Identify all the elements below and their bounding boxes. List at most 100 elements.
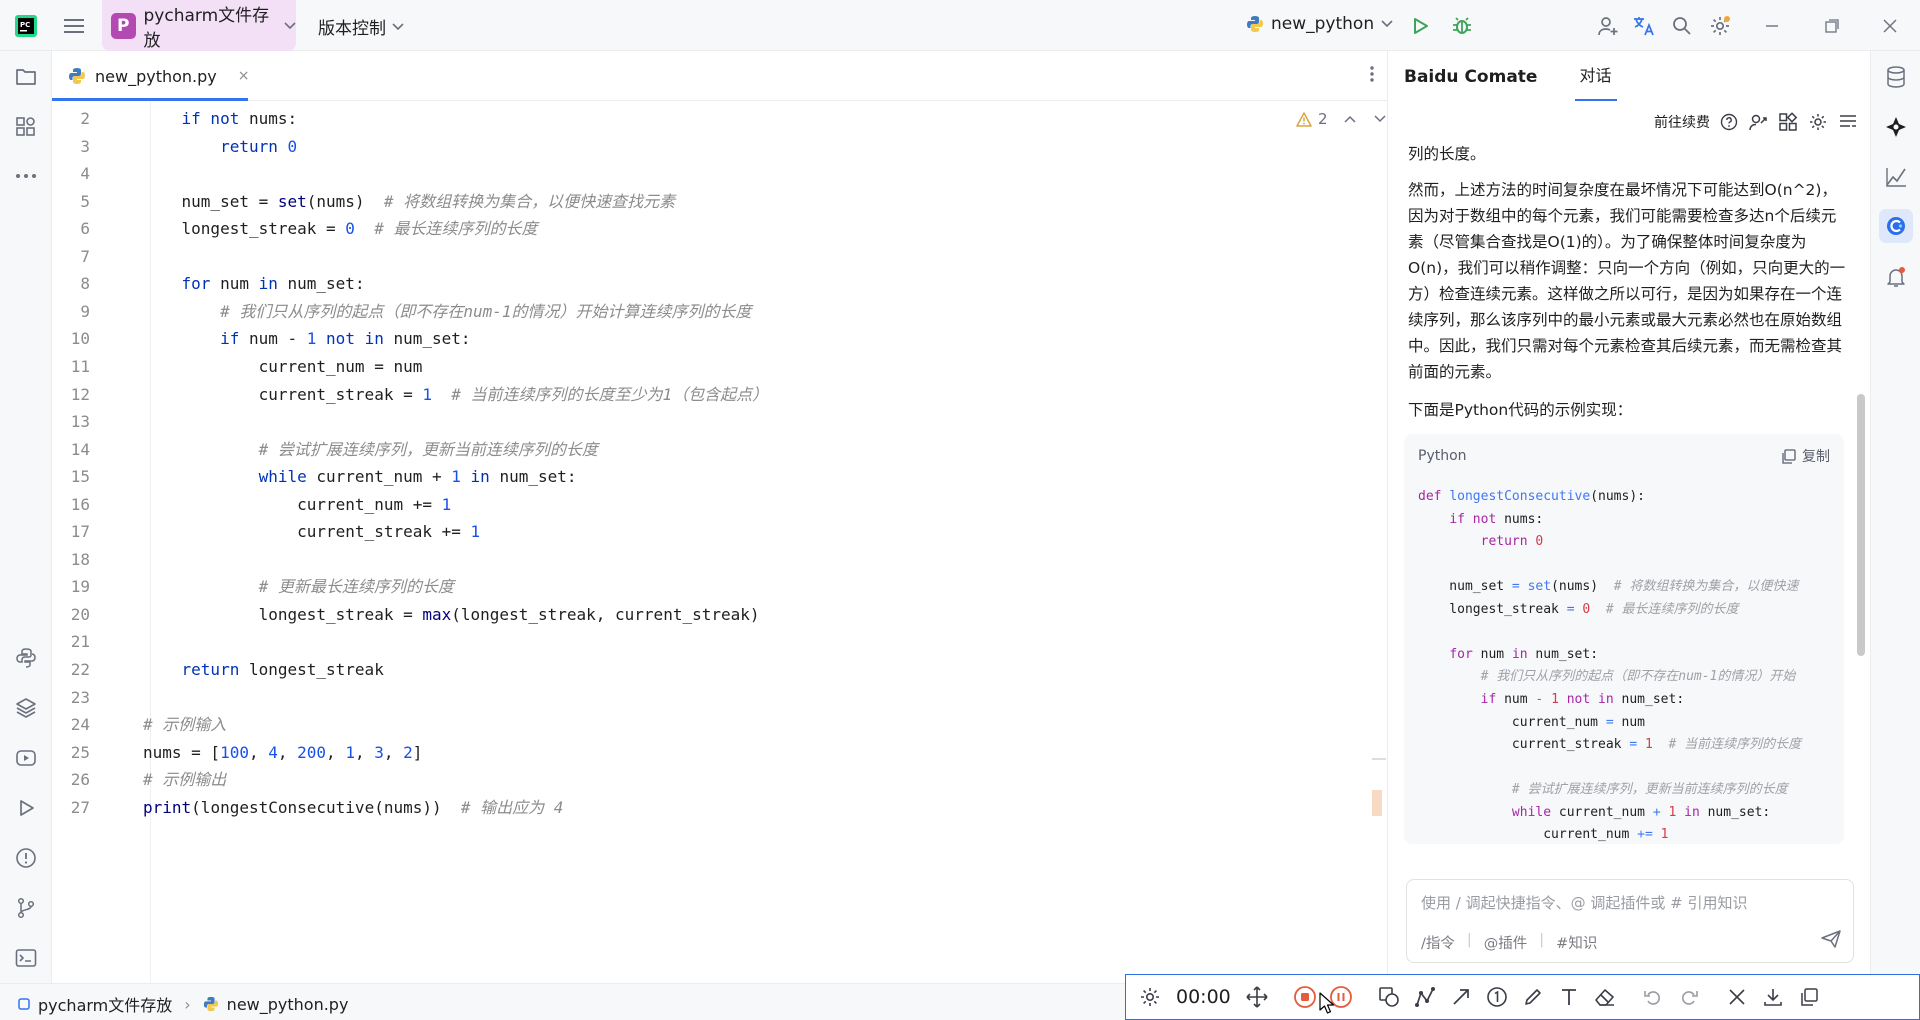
send-icon[interactable] bbox=[1821, 930, 1841, 948]
arrow-tool-icon[interactable] bbox=[1443, 979, 1479, 1015]
terminal-icon[interactable] bbox=[11, 943, 41, 973]
vcs-menu[interactable]: 版本控制 bbox=[318, 14, 404, 39]
restore-icon[interactable] bbox=[1816, 10, 1848, 42]
debug-icon[interactable] bbox=[1446, 10, 1478, 42]
download-icon[interactable] bbox=[1755, 979, 1791, 1015]
notifications-icon[interactable] bbox=[1881, 262, 1911, 292]
command-option[interactable]: /指令 bbox=[1421, 932, 1455, 953]
code-line[interactable]: 20 longest_streak = max(longest_streak, … bbox=[52, 601, 1352, 628]
code-line[interactable]: 17 current_streak += 1 bbox=[52, 518, 1352, 545]
history-list-icon[interactable] bbox=[1838, 113, 1858, 131]
chat-input-placeholder: 使用 / 调起快捷指令、@ 调起插件或 # 引用知识 bbox=[1421, 894, 1748, 912]
project-switcher[interactable]: P pycharm文件存放 bbox=[102, 0, 296, 51]
renew-link[interactable]: 前往续费 bbox=[1654, 112, 1710, 132]
redo-icon[interactable] bbox=[1671, 979, 1707, 1015]
line-number: 14 bbox=[70, 439, 90, 459]
text-tool-icon[interactable] bbox=[1551, 979, 1587, 1015]
code-line[interactable]: 27 print(longestConsecutive(nums)) # 输出应为… bbox=[52, 794, 1352, 821]
chat-input[interactable]: 使用 / 调起快捷指令、@ 调起插件或 # 引用知识 /指令 | @插件 | #… bbox=[1406, 879, 1854, 963]
close-icon[interactable] bbox=[1719, 979, 1755, 1015]
copy-code-button[interactable]: 复制 bbox=[1781, 446, 1830, 466]
chevron-up-icon[interactable] bbox=[1344, 115, 1356, 123]
problems-icon[interactable] bbox=[11, 843, 41, 873]
move-icon[interactable] bbox=[1239, 979, 1275, 1015]
git-branch-icon[interactable] bbox=[11, 893, 41, 923]
recorder-settings-icon[interactable] bbox=[1132, 979, 1168, 1015]
settings-gear-icon[interactable] bbox=[1704, 10, 1736, 42]
close-window-icon[interactable] bbox=[1874, 10, 1906, 42]
code-line[interactable]: 15 while current_num + 1 in num_set: bbox=[52, 463, 1352, 490]
code-line[interactable]: 11 current_num = num bbox=[52, 353, 1352, 380]
code-block-line: while current_num + 1 in num_set: bbox=[1511, 804, 1771, 820]
tab-options-icon[interactable] bbox=[1369, 64, 1375, 84]
breadcrumb-file[interactable]: new_python.py bbox=[227, 995, 349, 1014]
tab-new-python[interactable]: new_python.py × bbox=[52, 51, 250, 101]
structure-icon[interactable] bbox=[11, 112, 41, 142]
code-line[interactable]: 23 bbox=[52, 684, 1352, 711]
code-line[interactable]: 16 current_num += 1 bbox=[52, 491, 1352, 518]
run-configuration-selector[interactable]: new_python bbox=[1246, 14, 1393, 34]
ai-assistant-icon[interactable] bbox=[1881, 112, 1911, 142]
code-line[interactable]: 14 # 尝试扩展连续序列，更新当前连续序列的长度 bbox=[52, 436, 1352, 463]
code-line[interactable]: 26 # 示例输出 bbox=[52, 766, 1352, 793]
database-icon[interactable] bbox=[1881, 62, 1911, 92]
translate-icon[interactable] bbox=[1628, 10, 1660, 42]
code-line[interactable]: 6 longest_streak = 0 # 最长连续序列的长度 bbox=[52, 215, 1352, 242]
add-user-icon[interactable] bbox=[1592, 10, 1624, 42]
help-icon[interactable] bbox=[1720, 113, 1738, 131]
chat-settings-icon[interactable] bbox=[1808, 112, 1828, 132]
code-text: if num - 1 not in num_set: bbox=[220, 329, 471, 349]
code-line[interactable]: 9 # 我们只从序列的起点（即不存在num-1的情况）开始计算连续序列的长度 bbox=[52, 298, 1352, 325]
code-line[interactable]: 25 nums = [100, 4, 200, 1, 3, 2] bbox=[52, 739, 1352, 766]
line-number: 10 bbox=[70, 329, 90, 349]
code-line[interactable]: 24 # 示例输入 bbox=[52, 711, 1352, 738]
code-line[interactable]: 2 if not nums: bbox=[52, 105, 1352, 132]
code-line[interactable]: 5 num_set = set(nums) # 将数组转换为集合，以便快速查找元… bbox=[52, 188, 1352, 215]
right-tool-strip bbox=[1870, 51, 1920, 983]
eraser-tool-icon[interactable] bbox=[1587, 979, 1623, 1015]
run-panel-icon[interactable] bbox=[11, 793, 41, 823]
plugins-icon[interactable] bbox=[1778, 112, 1798, 132]
undo-icon[interactable] bbox=[1635, 979, 1671, 1015]
project-folder-icon[interactable] bbox=[11, 62, 41, 92]
chart-icon[interactable] bbox=[1881, 162, 1911, 192]
chevron-down-icon[interactable] bbox=[1374, 115, 1386, 123]
layers-icon[interactable] bbox=[11, 693, 41, 723]
more-tools-icon[interactable] bbox=[11, 161, 41, 191]
knowledge-option[interactable]: #知识 bbox=[1556, 932, 1597, 953]
code-editor[interactable]: 2 if not nums: 3 return 045 num_set = set… bbox=[52, 101, 1387, 983]
minimize-icon[interactable] bbox=[1756, 10, 1788, 42]
polyline-tool-icon[interactable] bbox=[1407, 979, 1443, 1015]
run-icon[interactable] bbox=[1404, 10, 1436, 42]
code-line[interactable]: 19 # 更新最长连续序列的长度 bbox=[52, 573, 1352, 600]
code-line[interactable]: 12 current_streak = 1 # 当前连续序列的长度至少为1（包含… bbox=[52, 381, 1352, 408]
code-line[interactable]: 8 for num in num_set: bbox=[52, 270, 1352, 297]
search-icon[interactable] bbox=[1666, 10, 1698, 42]
close-tab-icon[interactable]: × bbox=[238, 68, 250, 84]
services-icon[interactable] bbox=[11, 743, 41, 773]
code-line[interactable]: 4 bbox=[52, 160, 1352, 187]
code-line[interactable]: 13 bbox=[52, 408, 1352, 435]
shape-tool-icon[interactable] bbox=[1371, 979, 1407, 1015]
copy-label: 复制 bbox=[1802, 449, 1830, 465]
python-console-icon[interactable] bbox=[11, 643, 41, 673]
code-line[interactable]: 18 bbox=[52, 546, 1352, 573]
code-line[interactable]: 10 if num - 1 not in num_set: bbox=[52, 325, 1352, 352]
breadcrumb-project[interactable]: pycharm文件存放 bbox=[38, 992, 172, 1016]
inspection-widget[interactable]: 2 bbox=[1296, 110, 1386, 128]
code-line[interactable]: 21 bbox=[52, 628, 1352, 655]
plugin-option[interactable]: @插件 bbox=[1484, 932, 1528, 953]
chat-input-options: /指令 | @插件 | #知识 bbox=[1421, 932, 1597, 953]
main-menu-icon[interactable] bbox=[58, 10, 90, 42]
user-profile-icon[interactable] bbox=[1748, 112, 1768, 132]
code-line[interactable]: 7 bbox=[52, 243, 1352, 270]
stop-record-icon[interactable] bbox=[1287, 979, 1323, 1015]
copy-to-clipboard-icon[interactable] bbox=[1791, 979, 1827, 1015]
code-line[interactable]: 3 return 0 bbox=[52, 133, 1352, 160]
number-marker-icon[interactable] bbox=[1479, 979, 1515, 1015]
tab-dialogue[interactable]: 对话 bbox=[1575, 62, 1618, 101]
comate-icon[interactable] bbox=[1879, 209, 1913, 243]
chat-scrollbar[interactable] bbox=[1857, 394, 1865, 656]
code-line[interactable]: 22 return longest_streak bbox=[52, 656, 1352, 683]
pen-tool-icon[interactable] bbox=[1515, 979, 1551, 1015]
